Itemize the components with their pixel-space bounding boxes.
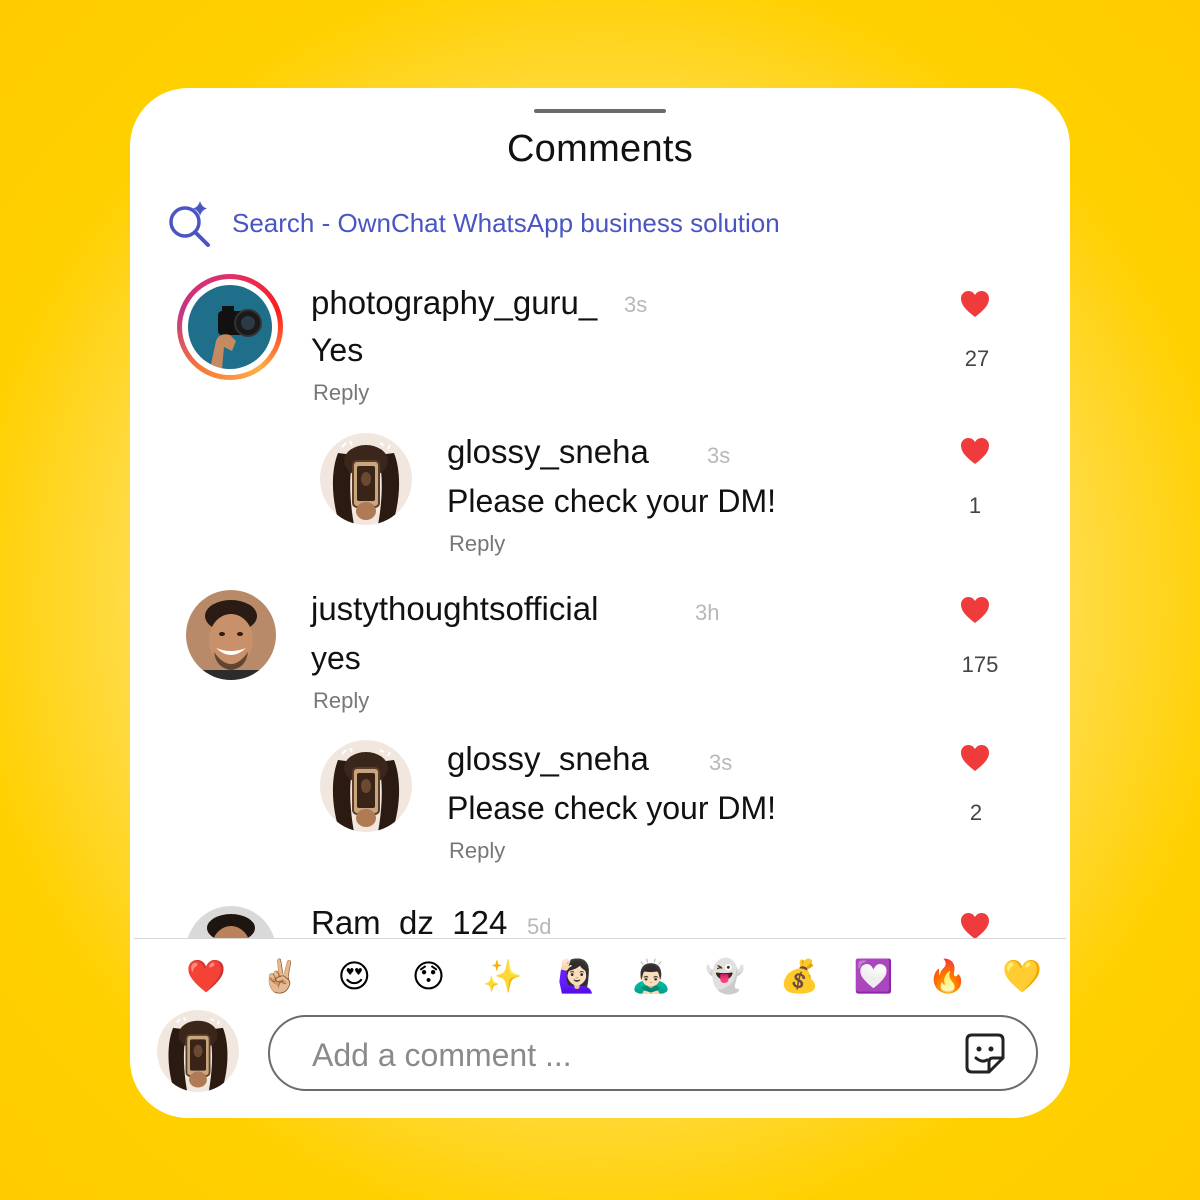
comments-sheet: Comments Search - OwnChat WhatsApp busin… xyxy=(130,88,1070,1118)
page-title: Comments xyxy=(506,128,694,170)
avatar[interactable] xyxy=(320,740,412,832)
avatar[interactable] xyxy=(320,433,412,525)
reply-button[interactable]: Reply xyxy=(313,380,369,406)
emoji-heart[interactable]: ❤️ xyxy=(174,957,238,995)
comment-text: yes xyxy=(311,640,361,676)
emoji-heart-eyes[interactable]: 😍 xyxy=(322,957,386,995)
reply-comment-item: glossy_sneha 3s Please check your DM! Re… xyxy=(130,433,1070,563)
search-row[interactable]: Search - OwnChat WhatsApp business solut… xyxy=(166,198,780,248)
comment-item: justythoughtsofficial 3h yes Reply 175 xyxy=(130,588,1070,718)
emoji-yellow-heart[interactable]: 💛 xyxy=(990,957,1054,995)
ai-search-icon xyxy=(169,201,210,247)
comment-username[interactable]: glossy_sneha xyxy=(447,740,649,778)
search-label[interactable]: Search - OwnChat WhatsApp business solut… xyxy=(232,208,780,239)
comment-time: 5d xyxy=(527,914,552,938)
emoji-money-bag[interactable]: 💰 xyxy=(767,957,831,995)
heart-icon[interactable] xyxy=(960,596,990,624)
emoji-fire[interactable]: 🔥 xyxy=(916,957,980,995)
avatar xyxy=(188,285,272,369)
emoji-hushed[interactable]: 😯 xyxy=(397,957,461,995)
phone-selfie-avatar-icon xyxy=(320,740,412,832)
like-count: 27 xyxy=(964,346,990,371)
emoji-heart-decoration[interactable]: 💟 xyxy=(842,957,906,995)
comment-input[interactable] xyxy=(310,1029,914,1081)
heart-icon[interactable] xyxy=(960,437,990,465)
comment-item: photography_guru_ 3s Yes Reply 27 xyxy=(130,274,1070,406)
comment-item: Ram_dz_124 5d xyxy=(130,900,1070,938)
story-ring[interactable] xyxy=(177,274,283,380)
comment-text: Please check your DM! xyxy=(447,790,777,826)
composer-avatar xyxy=(157,1010,239,1092)
heart-icon[interactable] xyxy=(960,744,990,772)
avatar[interactable] xyxy=(186,590,276,680)
comment-username[interactable]: Ram_dz_124 xyxy=(311,904,507,938)
comment-time: 3s xyxy=(707,443,731,468)
like-count: 2 xyxy=(969,800,983,825)
emoji-raising-hand[interactable]: 🙋🏻‍♀️ xyxy=(545,957,609,995)
divider xyxy=(134,938,1066,939)
man-avatar-icon xyxy=(186,906,276,938)
sticker-icon[interactable] xyxy=(962,1031,1008,1077)
phone-selfie-avatar-icon xyxy=(320,433,412,525)
comment-username[interactable]: glossy_sneha xyxy=(447,433,649,471)
comment-time: 3h xyxy=(695,600,720,625)
comment-text: Yes xyxy=(311,332,364,368)
emoji-bar: ❤️ ✌🏼 😍 😯 ✨ 🙋🏻‍♀️ 🙇🏻‍♂️ 👻 💰 💟 🔥 💛 xyxy=(174,950,1054,1002)
comment-text: Please check your DM! xyxy=(447,483,777,519)
emoji-victory[interactable]: ✌🏼 xyxy=(248,957,312,995)
reply-comment-item: glossy_sneha 3s Please check your DM! Re… xyxy=(130,740,1070,870)
emoji-sparkles[interactable]: ✨ xyxy=(471,957,535,995)
camera-hand-avatar-icon xyxy=(188,285,272,369)
reply-button[interactable]: Reply xyxy=(313,688,369,714)
avatar[interactable] xyxy=(186,906,276,938)
comment-composer[interactable] xyxy=(268,1015,1038,1091)
emoji-ghost[interactable]: 👻 xyxy=(693,957,757,995)
reply-button[interactable]: Reply xyxy=(449,531,505,557)
heart-icon[interactable] xyxy=(960,912,990,938)
drag-handle[interactable] xyxy=(534,109,666,113)
phone-selfie-avatar-icon xyxy=(157,1010,239,1092)
emoji-bowing[interactable]: 🙇🏻‍♂️ xyxy=(619,957,683,995)
comment-username[interactable]: photography_guru_ xyxy=(311,284,597,322)
comment-username[interactable]: justythoughtsofficial xyxy=(311,590,598,628)
comment-time: 3s xyxy=(709,750,733,775)
reply-button[interactable]: Reply xyxy=(449,838,505,864)
comment-time: 3s xyxy=(624,292,648,317)
like-count: 1 xyxy=(968,493,982,518)
heart-icon[interactable] xyxy=(960,290,990,318)
smiling-man-avatar-icon xyxy=(186,590,276,680)
like-count: 175 xyxy=(961,652,999,677)
